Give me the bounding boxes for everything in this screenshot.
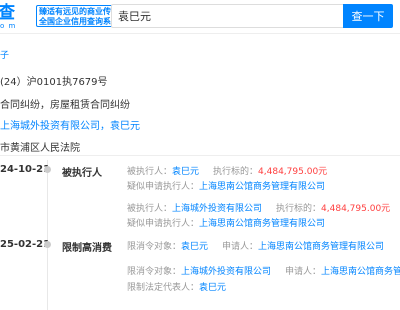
party-link[interactable]: 上海城外投资有限公司 bbox=[0, 121, 100, 132]
logo-subtext: o m bbox=[0, 22, 17, 30]
case-tag: 子 bbox=[0, 51, 10, 61]
event-date: 25-02-21 bbox=[0, 239, 51, 250]
search-input[interactable] bbox=[111, 4, 343, 28]
entity-link[interactable]: 袁巳元 bbox=[181, 242, 208, 252]
timeline-dot bbox=[44, 241, 51, 248]
logo[interactable]: 查 bbox=[0, 5, 15, 22]
case-cause: 合同纠纷，房屋租赁合同纠纷 bbox=[0, 100, 130, 111]
event-type: 被执行人 bbox=[62, 168, 102, 179]
amount: 4,484,795.00元 bbox=[321, 204, 391, 214]
event-row: 被执行人：上海城外投资有限公司 执行标的：4,484,795.00元 bbox=[127, 204, 391, 214]
amount: 4,484,795.00元 bbox=[258, 167, 328, 177]
case-parties: 上海城外投资有限公司，袁巳元 bbox=[0, 117, 140, 132]
party-link[interactable]: 袁巳元 bbox=[110, 121, 140, 132]
divider bbox=[0, 155, 400, 156]
event-row: 限消令对象：袁巳元 申请人：上海思南公馆商务管理有限公司 bbox=[127, 242, 385, 252]
event-row: 疑似申请执行人：上海思南公馆商务管理有限公司 bbox=[127, 219, 326, 229]
timeline-dot bbox=[44, 166, 51, 173]
entity-link[interactable]: 袁巳元 bbox=[199, 283, 226, 293]
top-bar: 查 o m 臻适有远见的商业传奇 全国企业信用查询系统 查一下 bbox=[0, 0, 400, 34]
event-type: 限制高消费 bbox=[62, 243, 112, 254]
event-row: 被执行人：袁巳元 执行标的：4,484,795.00元 bbox=[127, 167, 328, 177]
slogan-line-1: 臻适有远见的商业传奇 bbox=[39, 7, 119, 16]
case-number: (24）沪0101执7679号 bbox=[0, 77, 108, 88]
entity-link[interactable]: 上海思南公馆商务管理有限公司 bbox=[199, 219, 325, 229]
event-date: 24-10-21 bbox=[0, 164, 51, 175]
entity-link[interactable]: 上海思南公馆商务管理有限公司 bbox=[199, 182, 325, 192]
court-name: 市黄浦区人民法院 bbox=[0, 143, 80, 154]
entity-link[interactable]: 上海城外投资有限公司 bbox=[172, 204, 262, 214]
entity-link[interactable]: 袁巳元 bbox=[172, 167, 199, 177]
entity-link[interactable]: 上海思南公馆商务管理有限公司 bbox=[258, 242, 384, 252]
event-row: 疑似申请执行人：上海思南公馆商务管理有限公司 bbox=[127, 182, 326, 192]
entity-link[interactable]: 上海城外投资有限公司 bbox=[181, 267, 271, 277]
entity-link[interactable]: 上海思南公馆商务管理有 bbox=[321, 267, 400, 277]
timeline-line bbox=[47, 160, 48, 310]
event-row: 限制法定代表人：袁巳元 bbox=[127, 283, 227, 293]
slogan-line-2: 全国企业信用查询系统 bbox=[39, 17, 119, 26]
event-row: 限消令对象：上海城外投资有限公司申请人：上海思南公馆商务管理有 bbox=[127, 264, 400, 277]
slogan-badge: 臻适有远见的商业传奇 全国企业信用查询系统 bbox=[36, 5, 119, 27]
party-separator: ， bbox=[100, 121, 110, 132]
search-button[interactable]: 查一下 bbox=[343, 4, 393, 28]
